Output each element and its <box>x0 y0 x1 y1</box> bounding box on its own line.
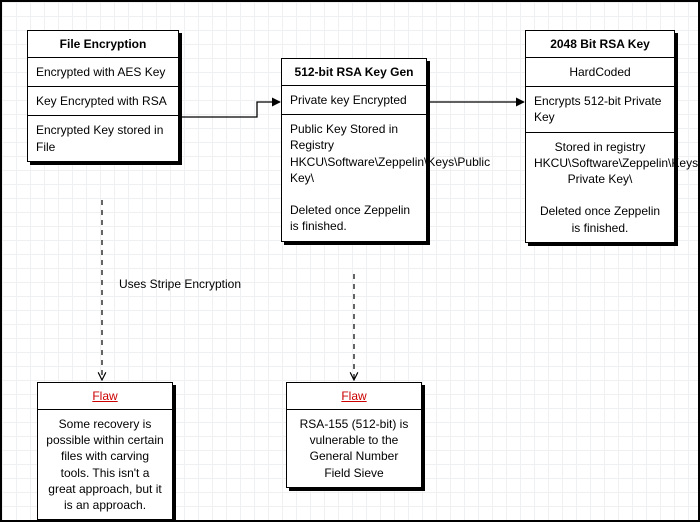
node-title: 512-bit RSA Key Gen <box>282 59 426 86</box>
edge-label-stripe: Uses Stripe Encryption <box>110 277 250 291</box>
diagram-canvas: File Encryption Encrypted with AES Key K… <box>0 0 700 522</box>
node-cell: Encrypted Key stored in File <box>28 116 178 160</box>
node-rsa-2048[interactable]: 2048 Bit RSA Key HardCoded Encrypts 512-… <box>525 30 675 243</box>
node-rsa-512[interactable]: 512-bit RSA Key Gen Private key Encrypte… <box>281 58 427 242</box>
node-cell: Some recovery is possible within certain… <box>38 410 172 519</box>
node-cell: Stored in registry HKCU\Software\Zeppeli… <box>526 133 674 242</box>
node-cell: Encrypts 512-bit Private Key <box>526 87 674 132</box>
node-cell: Key Encrypted with RSA <box>28 87 178 116</box>
node-cell: RSA-155 (512-bit) is vulnerable to the G… <box>287 410 421 487</box>
node-title: Flaw <box>38 383 172 410</box>
node-cell: Private key Encrypted <box>282 86 426 115</box>
node-file-encryption[interactable]: File Encryption Encrypted with AES Key K… <box>27 30 179 162</box>
node-cell: Public Key Stored in Registry HKCU\Softw… <box>282 115 426 240</box>
node-title: 2048 Bit RSA Key <box>526 31 674 58</box>
node-cell: HardCoded <box>526 58 674 87</box>
node-title: File Encryption <box>28 31 178 58</box>
node-cell: Encrypted with AES Key <box>28 58 178 87</box>
node-title: Flaw <box>287 383 421 410</box>
node-flaw-left[interactable]: Flaw Some recovery is possible within ce… <box>37 382 173 520</box>
node-flaw-right[interactable]: Flaw RSA-155 (512-bit) is vulnerable to … <box>286 382 422 488</box>
